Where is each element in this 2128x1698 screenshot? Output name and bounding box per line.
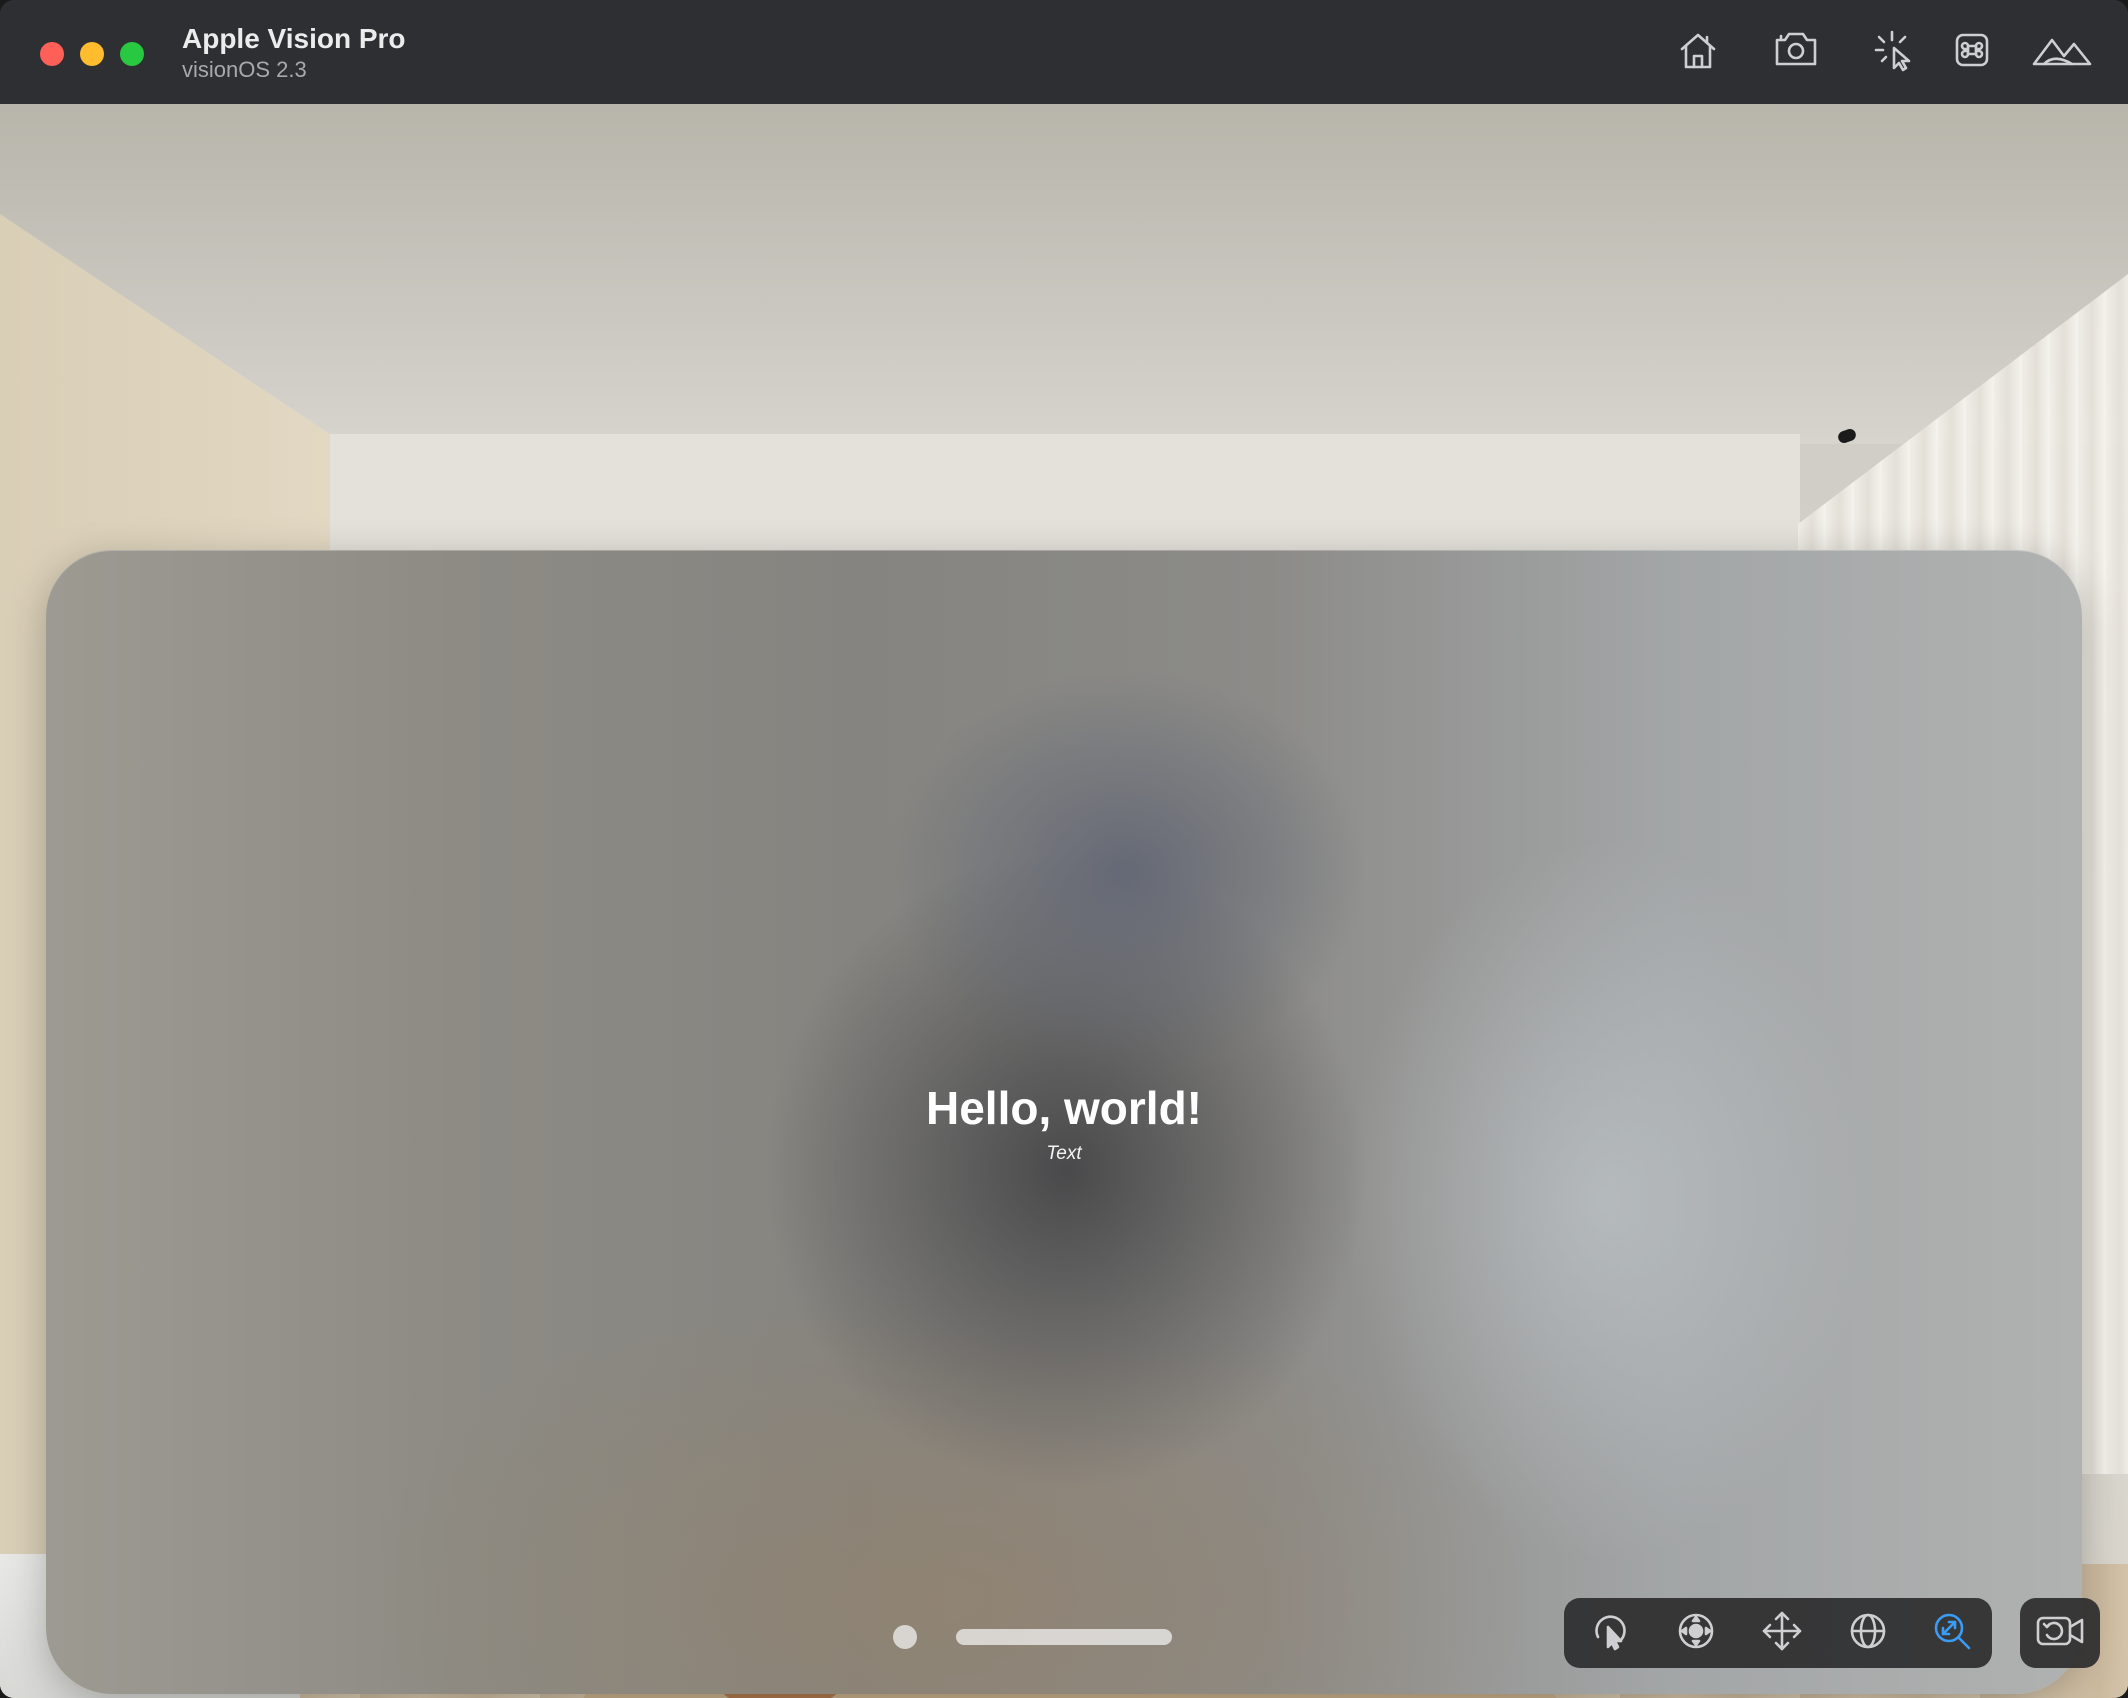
environment-button[interactable] [2032, 28, 2092, 76]
title-bar: Apple Vision Pro visionOS 2.3 [0, 0, 2128, 105]
text-caption: Text [1046, 1143, 1082, 1164]
window-subtitle: visionOS 2.3 [182, 57, 307, 82]
interact-icon [1590, 1611, 1630, 1656]
window-title: Apple Vision Pro [182, 23, 406, 54]
home-button[interactable] [1672, 28, 1724, 76]
window-close-dot[interactable] [893, 1625, 917, 1649]
home-icon [1676, 29, 1720, 76]
pointer-button[interactable] [1868, 28, 1920, 76]
pan-move-icon [1760, 1609, 1804, 1658]
navigation-controls [1564, 1598, 1992, 1668]
simulator-scene[interactable]: Hello, world! Text [0, 104, 2128, 1698]
simulator-window: Apple Vision Pro visionOS 2.3 Hello, wor… [0, 0, 2128, 1698]
minimize-button[interactable] [80, 42, 104, 66]
interact-button[interactable] [1586, 1609, 1634, 1657]
screenshot-camera-icon [1773, 30, 1821, 75]
zoom-icon [1931, 1610, 1973, 1657]
zoom-button[interactable] [1928, 1609, 1976, 1657]
pan-button[interactable] [1758, 1609, 1806, 1657]
tap-pointer-icon [1872, 28, 1916, 77]
maximize-button[interactable] [120, 42, 144, 66]
app-glass-window[interactable]: Hello, world! Text [46, 550, 2082, 1694]
command-button[interactable] [1946, 28, 1998, 76]
window-grabber-bar[interactable] [956, 1629, 1172, 1645]
environment-mountains-icon [2032, 32, 2092, 73]
command-key-icon [1954, 32, 1990, 73]
room-ceiling [0, 104, 2128, 444]
title-block: Apple Vision Pro visionOS 2.3 [182, 22, 406, 84]
hello-text: Hello, world! [926, 1082, 1202, 1134]
reset-camera-icon [2035, 1613, 2085, 1654]
look-around-button[interactable] [1672, 1609, 1720, 1657]
screenshot-button[interactable] [1771, 28, 1823, 76]
look-around-icon [1676, 1611, 1716, 1656]
orbit-button[interactable] [1844, 1609, 1892, 1657]
reset-camera-button[interactable] [2020, 1598, 2100, 1668]
orbit-icon [1848, 1611, 1888, 1656]
close-button[interactable] [40, 42, 64, 66]
